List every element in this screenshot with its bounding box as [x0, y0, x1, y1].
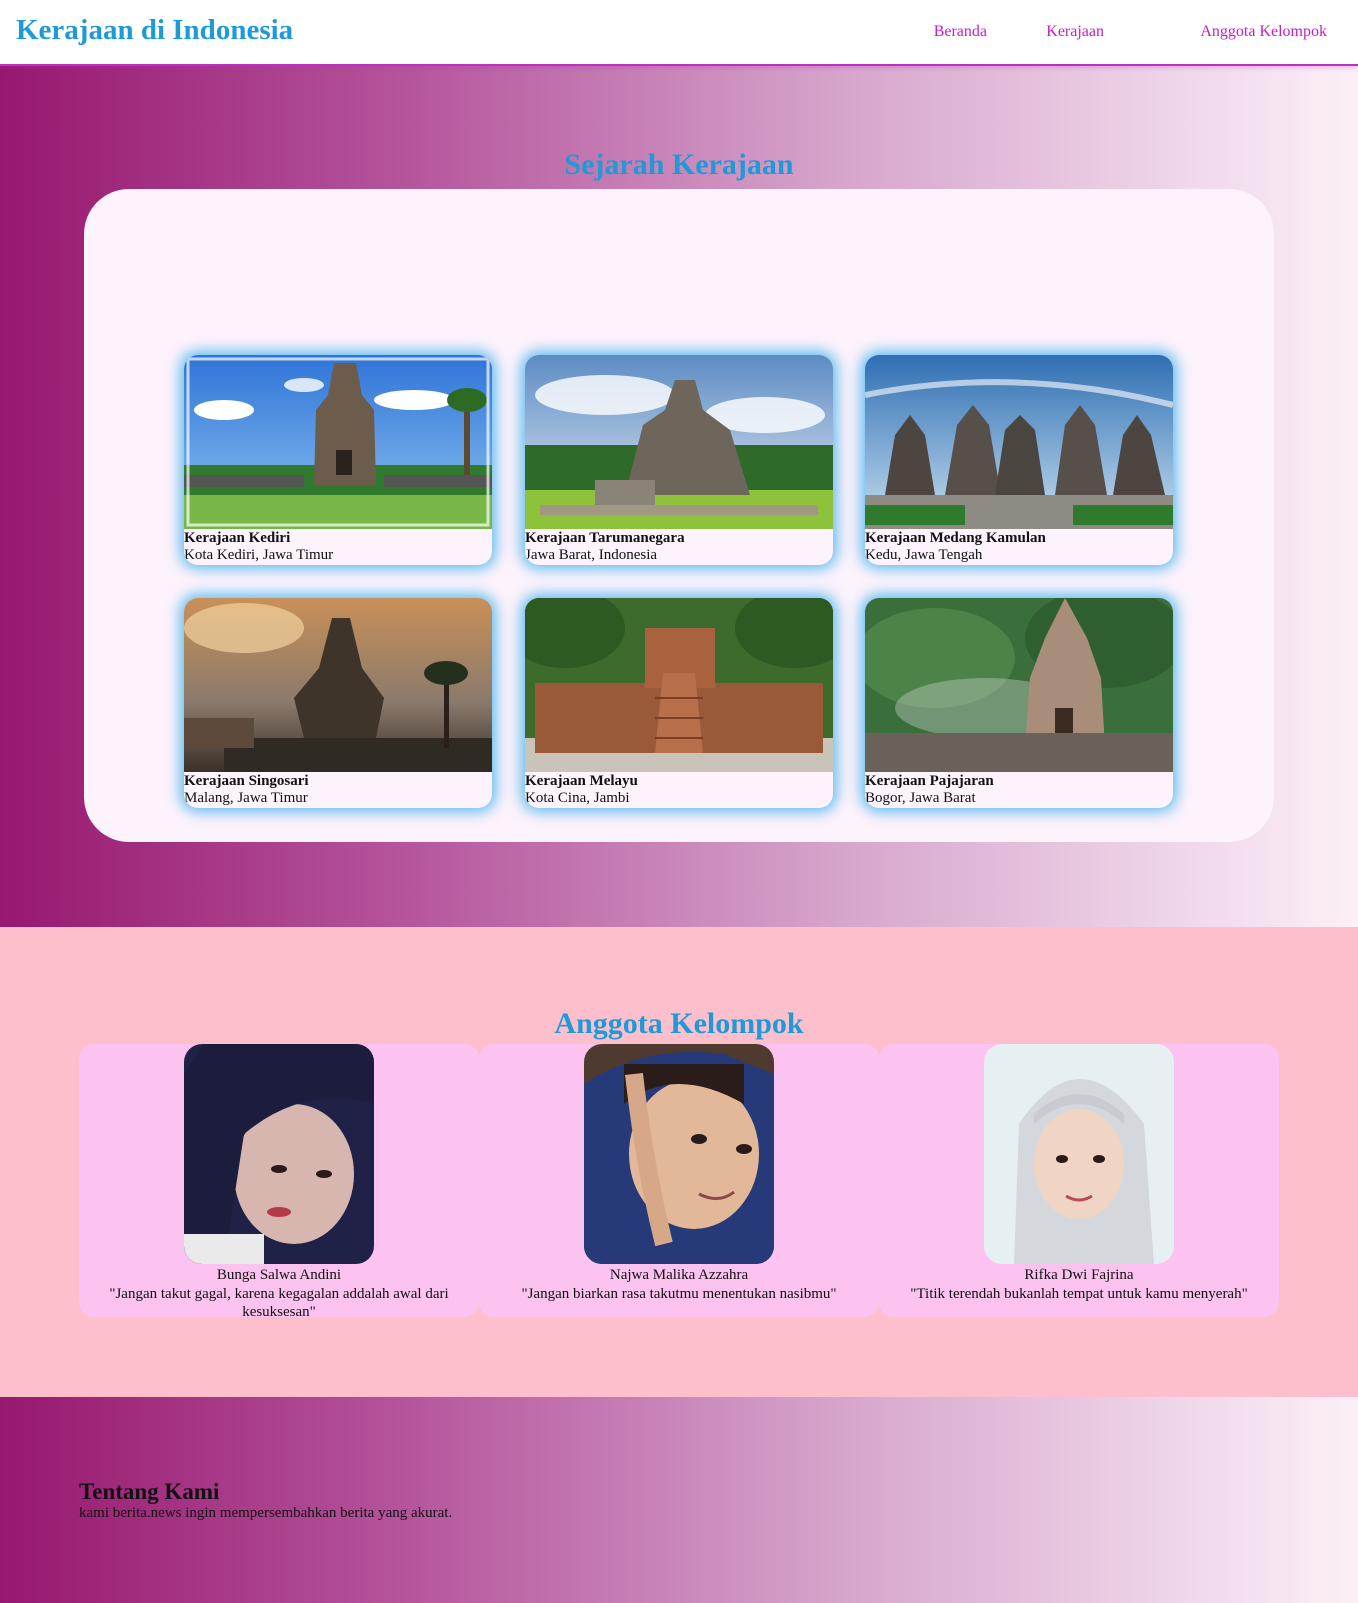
kingdom-location: Malang, Jawa Timur	[184, 790, 308, 806]
kingdom-photo-medang-kamulan	[865, 355, 1173, 529]
history-section: Sejarah Kerajaan Kerajaan Kediri Kota Ke…	[0, 66, 1358, 927]
member-card: Bunga Salwa Andini "Jangan takut gagal, …	[79, 1044, 479, 1320]
kingdom-photo-kediri	[184, 355, 492, 529]
member-quote: "Jangan takut gagal, karena kegagalan ad…	[109, 1286, 449, 1320]
nav-link-kerajaan[interactable]: Kerajaan	[1046, 23, 1104, 41]
kingdom-card-kediri[interactable]: Kerajaan Kediri Kota Kediri, Jawa Timur	[184, 355, 492, 565]
kingdom-panel: Kerajaan Kediri Kota Kediri, Jawa Timur …	[84, 189, 1274, 842]
member-name: Najwa Malika Azzahra	[609, 1267, 749, 1283]
member-quote: "Titik terendah bukanlah tempat untuk ka…	[910, 1286, 1248, 1302]
footer-text: kami berita.news ingin mempersembahkan b…	[79, 1505, 453, 1521]
nav-link-anggota-kelompok[interactable]: Anggota Kelompok	[1200, 23, 1327, 41]
member-card: Najwa Malika Azzahra "Jangan biarkan ras…	[479, 1044, 879, 1317]
kingdom-location: Kota Cina, Jambi	[525, 790, 630, 806]
kingdom-card-pajajaran[interactable]: Kerajaan Pajajaran Bogor, Jawa Barat	[865, 598, 1173, 808]
members-section: Anggota Kelompok Bunga Salwa Andini "Jan…	[0, 927, 1358, 1397]
kingdom-location: Kota Kediri, Jawa Timur	[184, 547, 334, 563]
member-name: Rifka Dwi Fajrina	[1024, 1267, 1134, 1283]
site-brand[interactable]: Kerajaan di Indonesia	[16, 14, 293, 47]
kingdom-photo-pajajaran	[865, 598, 1173, 772]
kingdom-name: Kerajaan Singosari	[184, 773, 309, 789]
kingdom-photo-tarumanegara	[525, 355, 833, 529]
kingdom-card-melayu[interactable]: Kerajaan Melayu Kota Cina, Jambi	[525, 598, 833, 808]
member-card: Rifka Dwi Fajrina "Titik terendah bukanl…	[879, 1044, 1279, 1317]
kingdom-location: Bogor, Jawa Barat	[865, 790, 976, 806]
kingdom-card-medang-kamulan[interactable]: Kerajaan Medang Kamulan Kedu, Jawa Tenga…	[865, 355, 1173, 565]
members-title: Anggota Kelompok	[554, 1007, 804, 1040]
member-quote: "Jangan biarkan rasa takutmu menentukan …	[521, 1286, 837, 1302]
kingdom-photo-melayu	[525, 598, 833, 772]
kingdom-location: Jawa Barat, Indonesia	[525, 547, 658, 563]
kingdom-name: Kerajaan Melayu	[525, 773, 638, 789]
kingdom-photo-singosari	[184, 598, 492, 772]
kingdom-card-tarumanegara[interactable]: Kerajaan Tarumanegara Jawa Barat, Indone…	[525, 355, 833, 565]
member-photo	[184, 1044, 374, 1264]
kingdom-name: Kerajaan Pajajaran	[865, 773, 994, 789]
history-title: Sejarah Kerajaan	[564, 148, 794, 181]
navbar: Kerajaan di Indonesia Beranda Kerajaan A…	[0, 0, 1358, 66]
footer-title: Tentang Kami	[79, 1479, 220, 1504]
member-name: Bunga Salwa Andini	[216, 1267, 342, 1283]
kingdom-card-singosari[interactable]: Kerajaan Singosari Malang, Jawa Timur	[184, 598, 492, 808]
kingdom-name: Kerajaan Tarumanegara	[525, 530, 685, 546]
member-photo	[984, 1044, 1174, 1264]
kingdom-name: Kerajaan Medang Kamulan	[865, 530, 1046, 546]
member-photo	[584, 1044, 774, 1264]
footer: Tentang Kami kami berita.news ingin memp…	[0, 1397, 1358, 1603]
nav-link-beranda[interactable]: Beranda	[934, 23, 987, 41]
kingdom-location: Kedu, Jawa Tengah	[865, 547, 983, 563]
kingdom-name: Kerajaan Kediri	[184, 530, 291, 546]
